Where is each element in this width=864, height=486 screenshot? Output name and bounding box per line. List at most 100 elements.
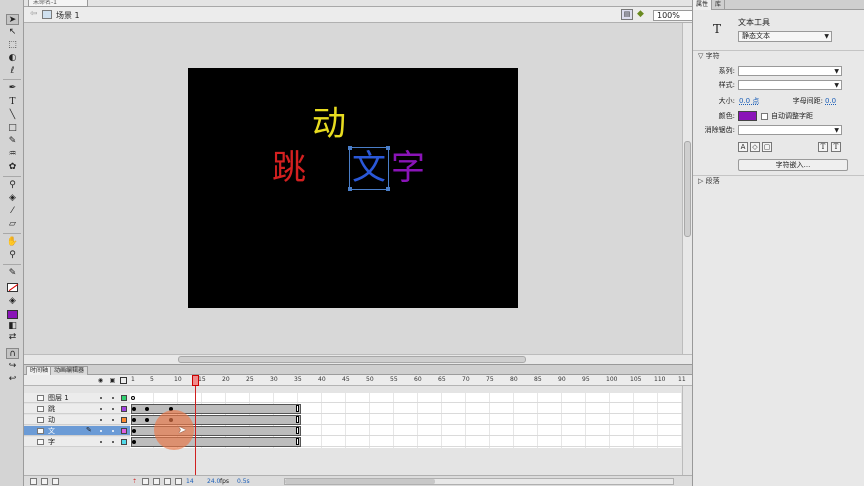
current-frame[interactable]: 14 xyxy=(186,478,194,486)
subscript-icon[interactable]: T xyxy=(831,142,841,152)
layer-outline-color[interactable] xyxy=(121,439,127,445)
letter-spacing-value[interactable]: 0.0 xyxy=(825,96,836,106)
deco-tool-icon[interactable]: ✿ xyxy=(6,162,19,173)
frame-grid[interactable] xyxy=(130,393,686,448)
stage-text-dong[interactable]: 动 xyxy=(312,104,346,144)
visibility-dot[interactable] xyxy=(100,430,102,432)
keyframe[interactable] xyxy=(145,418,149,422)
center-frame-icon[interactable]: ⇡ xyxy=(132,478,137,486)
frame-row[interactable] xyxy=(130,437,686,447)
keyframe[interactable] xyxy=(132,418,136,422)
scroll-thumb[interactable] xyxy=(285,479,435,484)
eyedropper-tool-icon[interactable]: ⁄ xyxy=(6,206,19,217)
selection-handle[interactable] xyxy=(386,146,390,150)
delete-layer-icon[interactable] xyxy=(52,478,59,485)
edit-symbols-icon[interactable]: ◆ xyxy=(637,9,651,20)
stage-text-tiao[interactable]: 跳 xyxy=(272,148,306,188)
frame-row[interactable] xyxy=(130,404,686,414)
family-select[interactable]: ▼ xyxy=(738,66,842,76)
outline-icon[interactable] xyxy=(120,377,127,384)
text-selection-box[interactable] xyxy=(348,146,390,191)
frame-row[interactable] xyxy=(130,393,686,403)
frame-span[interactable] xyxy=(131,404,301,414)
timeline-vertical-scrollbar[interactable] xyxy=(682,386,692,476)
brush-tool-icon[interactable]: ♒ xyxy=(6,149,19,160)
stage-vertical-scrollbar[interactable] xyxy=(682,23,692,354)
selection-handle[interactable] xyxy=(348,146,352,150)
tab-library[interactable]: 库 xyxy=(712,0,726,10)
show-border-icon[interactable]: ▢ xyxy=(762,142,772,152)
lock-dot[interactable] xyxy=(112,408,114,410)
scene-label[interactable]: 场景 1 xyxy=(56,10,80,21)
visibility-dot[interactable] xyxy=(100,408,102,410)
layer-row[interactable]: 动 xyxy=(24,415,130,425)
playhead[interactable] xyxy=(192,375,199,386)
font-size-value[interactable]: 0.0 点 xyxy=(739,96,759,106)
blank-keyframe[interactable] xyxy=(131,396,135,400)
pencil-tool-icon[interactable]: ✎ xyxy=(6,136,19,147)
selectable-text-icon[interactable]: A xyxy=(738,142,748,152)
embed-characters-button[interactable]: 字符嵌入... xyxy=(738,159,848,171)
lasso-tool-icon[interactable]: ℓ xyxy=(6,66,19,77)
section-character[interactable]: ▽ 字符 xyxy=(693,50,864,60)
onion-outline-icon[interactable] xyxy=(153,478,160,485)
auto-kern-checkbox[interactable] xyxy=(761,113,768,120)
tab-timeline[interactable]: 时间轴 xyxy=(26,366,53,375)
tab-properties[interactable]: 属性 xyxy=(693,0,713,10)
layer-row[interactable]: 图层 1 xyxy=(24,393,130,403)
fill-color-swatch[interactable] xyxy=(7,310,18,319)
keyframe[interactable] xyxy=(132,440,136,444)
frame-ruler[interactable]: 1 5 10 15 20 25 30 35 40 45 50 55 60 65 70 75 80 85 90 95 10… xyxy=(130,375,686,386)
fill-color-bucket-icon[interactable]: ◈ xyxy=(6,296,19,307)
text-type-select[interactable]: 静态文本 ▼ xyxy=(738,31,832,42)
frame-rate[interactable]: 24.0 xyxy=(207,478,220,486)
style-select[interactable]: ▼ xyxy=(738,80,842,90)
pen-tool-icon[interactable]: ✒ xyxy=(6,83,19,94)
superscript-icon[interactable]: T xyxy=(818,142,828,152)
straighten-icon[interactable]: ↩ xyxy=(6,374,19,385)
render-html-icon[interactable]: ◇ xyxy=(750,142,760,152)
lock-dot[interactable] xyxy=(112,430,114,432)
layer-outline-color[interactable] xyxy=(121,395,127,401)
timeline-horizontal-scrollbar[interactable] xyxy=(284,478,674,485)
new-folder-icon[interactable] xyxy=(41,478,48,485)
rectangle-tool-icon[interactable]: □ xyxy=(6,123,19,134)
section-paragraph[interactable]: ▷ 段落 xyxy=(693,175,864,185)
lock-dot[interactable] xyxy=(112,419,114,421)
hand-tool-icon[interactable]: ✋ xyxy=(6,237,19,248)
subselection-tool-icon[interactable]: ↖ xyxy=(6,27,19,38)
lock-dot[interactable] xyxy=(112,397,114,399)
layer-row[interactable]: 字 xyxy=(24,437,130,447)
scroll-thumb[interactable] xyxy=(684,141,691,237)
paint-bucket-tool-icon[interactable]: ◈ xyxy=(6,193,19,204)
layer-row[interactable]: 跳 xyxy=(24,404,130,414)
keyframe[interactable] xyxy=(132,429,136,433)
tab-motion-editor[interactable]: 动画编辑器 xyxy=(50,366,89,375)
smooth-icon[interactable]: ↪ xyxy=(6,361,19,372)
keyframe[interactable] xyxy=(145,407,149,411)
selection-tool-icon[interactable]: ➤ xyxy=(6,14,19,25)
line-tool-icon[interactable]: ╲ xyxy=(6,110,19,121)
antialias-select[interactable]: ▼ xyxy=(738,125,842,135)
bone-tool-icon[interactable]: ⚲ xyxy=(6,180,19,191)
text-tool-icon[interactable]: T xyxy=(6,97,19,108)
scroll-thumb[interactable] xyxy=(178,356,526,363)
visibility-dot[interactable] xyxy=(100,441,102,443)
document-tab[interactable]: 未命名-1 xyxy=(28,0,88,7)
stage-text-zi[interactable]: 字 xyxy=(391,148,425,188)
frame-row[interactable] xyxy=(130,426,686,436)
selection-handle[interactable] xyxy=(348,187,352,191)
back-arrow-icon[interactable]: ⇦ xyxy=(30,9,38,19)
swap-colors-icon[interactable]: ⇄ xyxy=(6,332,19,343)
3d-rotation-tool-icon[interactable]: ◐ xyxy=(6,53,19,64)
stroke-color-swatch[interactable] xyxy=(7,283,19,292)
eye-icon[interactable]: ◉ xyxy=(97,377,104,384)
layer-outline-color[interactable] xyxy=(121,428,127,434)
lock-icon[interactable]: ▣ xyxy=(109,377,116,384)
text-color-swatch[interactable] xyxy=(738,111,757,121)
edit-multiple-frames-icon[interactable] xyxy=(164,478,171,485)
black-white-icon[interactable]: ◧ xyxy=(6,321,19,332)
lock-dot[interactable] xyxy=(112,441,114,443)
stroke-color-pencil-icon[interactable]: ✎ xyxy=(6,268,19,279)
stage-horizontal-scrollbar[interactable] xyxy=(24,354,692,364)
